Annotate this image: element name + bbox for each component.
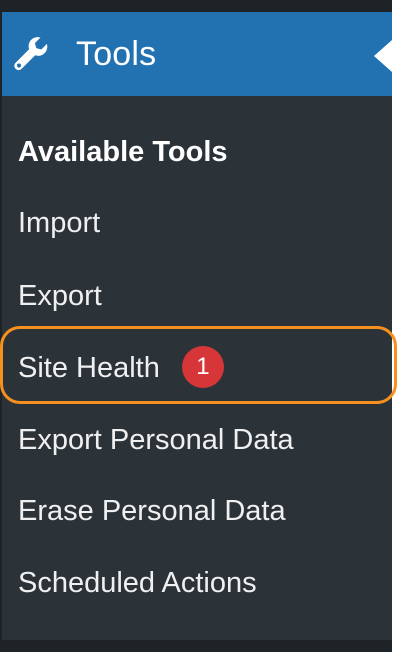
submenu-item-scheduled-actions[interactable]: Scheduled Actions <box>18 565 257 601</box>
current-menu-arrow <box>374 40 392 72</box>
wrench-icon <box>10 33 52 75</box>
highlight-outline <box>0 326 397 404</box>
content-edge <box>392 0 400 652</box>
submenu-item-label: Import <box>18 207 101 239</box>
submenu-item-import[interactable]: Import <box>18 205 100 241</box>
submenu-item-label: Scheduled Actions <box>18 567 257 599</box>
submenu-item-export-personal-data[interactable]: Export Personal Data <box>18 422 294 458</box>
submenu-item-label: Erase Personal Data <box>18 495 286 527</box>
submenu-item-label: Export Personal Data <box>18 424 294 456</box>
tools-menu-label: Tools <box>76 34 157 73</box>
tools-menu-item[interactable]: Tools <box>2 12 392 96</box>
submenu-item-export[interactable]: Export <box>18 278 102 314</box>
sidebar-bottom <box>0 640 392 652</box>
submenu-item-label: Export <box>18 280 102 312</box>
submenu-item-erase-personal-data[interactable]: Erase Personal Data <box>18 493 286 529</box>
submenu-item-label: Available Tools <box>18 136 228 168</box>
submenu-item-available-tools[interactable]: Available Tools <box>18 134 228 170</box>
